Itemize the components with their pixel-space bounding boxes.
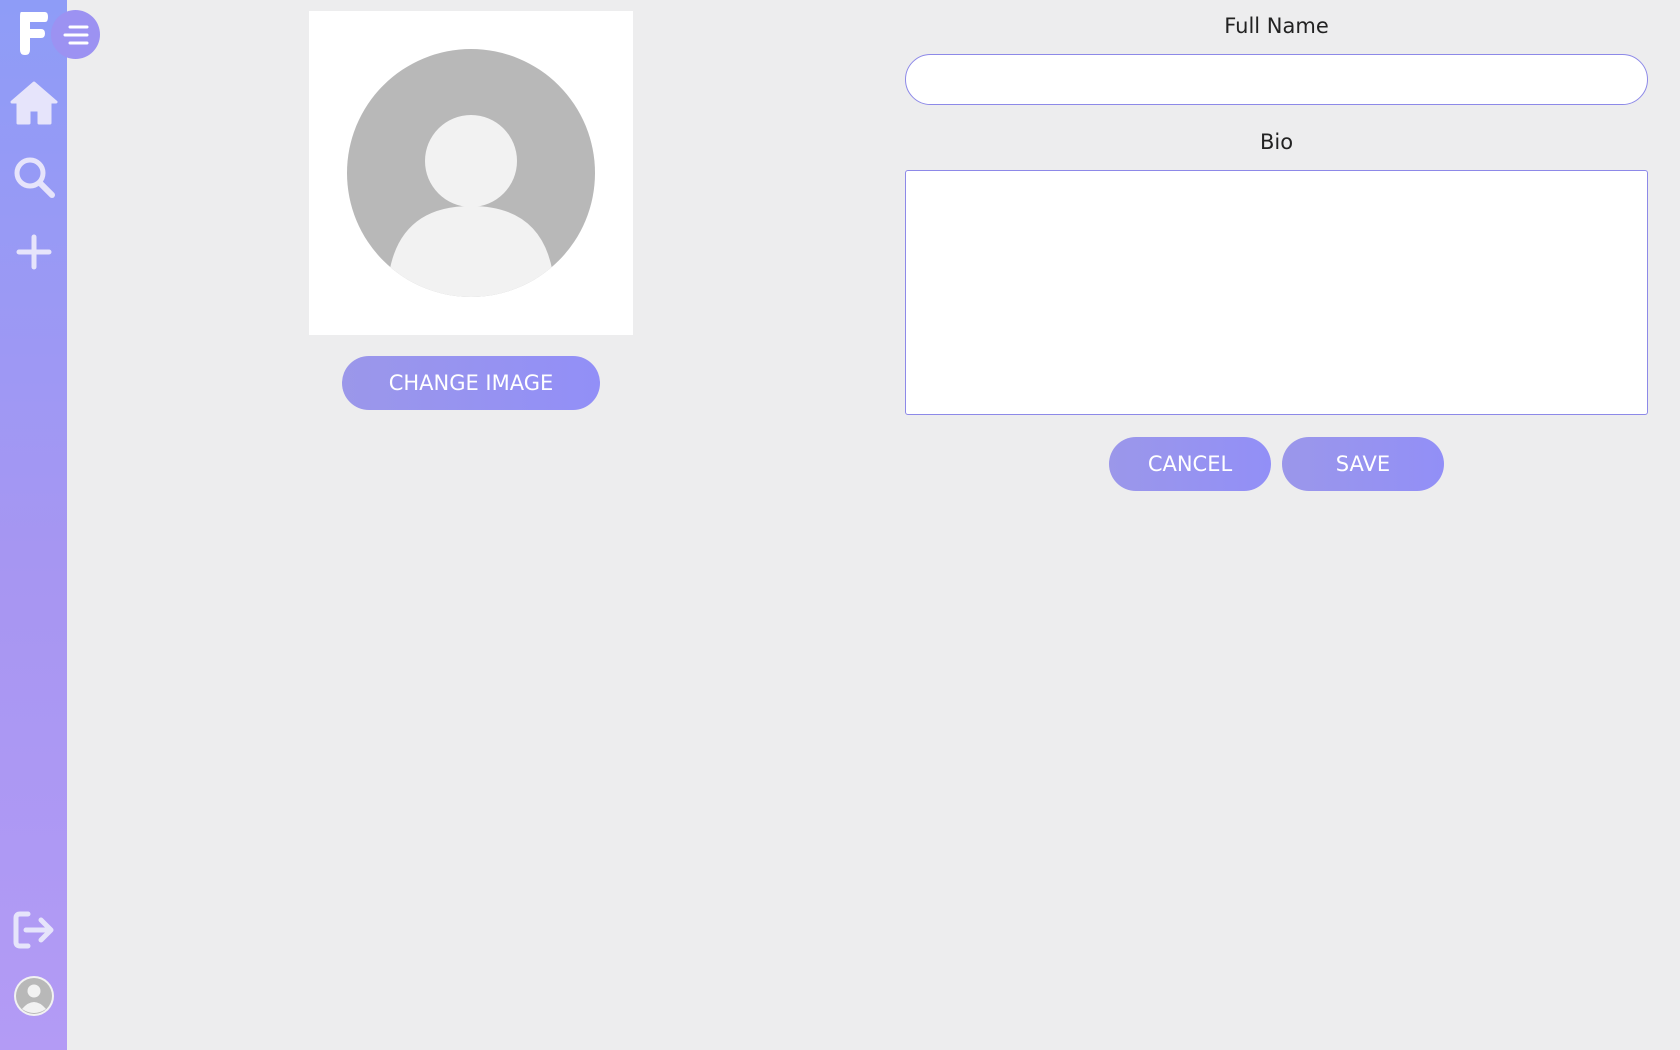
app-logo-icon[interactable] <box>15 10 55 58</box>
profile-image <box>309 11 633 335</box>
cancel-button[interactable]: CANCEL <box>1109 437 1271 491</box>
bio-textarea[interactable] <box>905 170 1648 415</box>
search-icon[interactable] <box>0 155 67 199</box>
hamburger-menu-icon[interactable] <box>51 10 100 59</box>
user-avatar-icon[interactable] <box>0 975 67 1017</box>
bio-label: Bio <box>1259 130 1294 154</box>
logout-icon[interactable] <box>0 910 67 950</box>
save-button[interactable]: SAVE <box>1282 437 1444 491</box>
default-user-avatar-icon <box>347 49 595 297</box>
sidebar <box>0 0 67 1050</box>
change-image-button[interactable]: CHANGE IMAGE <box>342 356 600 410</box>
full-name-input[interactable] <box>905 54 1648 105</box>
plus-icon[interactable] <box>0 232 67 272</box>
home-icon[interactable] <box>0 80 67 126</box>
full-name-label: Full Name <box>1224 14 1329 38</box>
